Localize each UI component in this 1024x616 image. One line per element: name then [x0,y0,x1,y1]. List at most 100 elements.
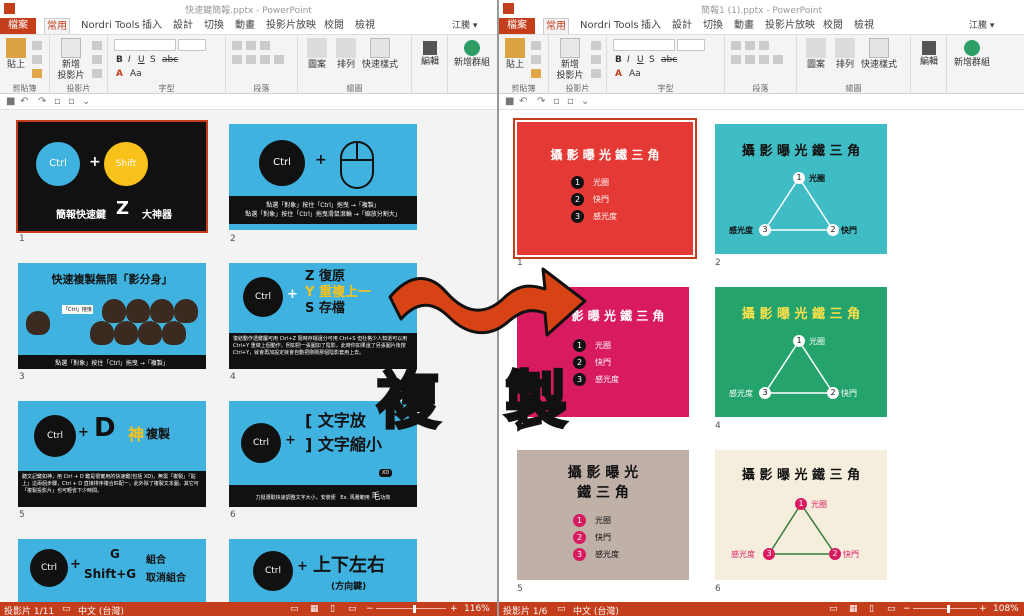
slide-thumbnail-8[interactable]: Ctrl + 上下左右 (方向鍵) [229,539,417,602]
tab-file[interactable]: 檔案 [0,18,36,34]
user-account[interactable]: 江騰 ▾ [452,18,477,31]
zoom-slider[interactable] [376,608,446,609]
tab-review[interactable]: 校閱 [322,18,346,34]
reset-icon[interactable] [92,55,102,64]
reading-view-icon[interactable]: ▯ [330,604,335,614]
new-group-button[interactable]: 新增群組 [949,38,995,69]
bullets-icon[interactable] [731,41,741,50]
tab-view[interactable]: 檢視 [353,18,377,34]
spellcheck-icon[interactable]: ▭ [557,604,566,614]
reset-icon[interactable] [591,55,601,64]
font-name-combo[interactable] [613,39,675,51]
font-size-combo[interactable] [677,39,705,51]
copy-icon[interactable] [531,55,541,64]
tab-slideshow[interactable]: 投影片放映 [264,18,318,34]
slideshow-view-icon[interactable]: ▭ [887,604,896,614]
bold-icon[interactable]: B [615,55,622,65]
qat-more-icon[interactable]: ▫ [68,96,75,107]
layout-icon[interactable] [92,41,102,50]
align-left-icon[interactable] [232,55,242,64]
indent-icon[interactable] [759,41,769,50]
tab-file[interactable]: 檔案 [499,18,535,34]
indent-icon[interactable] [260,41,270,50]
section-icon[interactable] [92,69,102,78]
qat-menu-icon[interactable]: ⌄ [581,96,589,107]
redo-icon[interactable]: ↷ [537,96,545,107]
slideshow-view-icon[interactable]: ▭ [348,604,357,614]
spellcheck-icon[interactable]: ▭ [62,604,71,614]
slide-thumbnail-3[interactable]: 快速複製無限「影分身」 「Ctrl」拖曳 點選「對象」按住「Ctrl」拖曳 →「… [18,263,206,369]
zoom-level[interactable]: 108% [993,604,1019,614]
tab-slideshow[interactable]: 投影片放映 [763,18,817,34]
slide-thumbnail-1[interactable]: Ctrl + Shift 簡報快速鍵 Z 大神器 [16,120,208,233]
underline-icon[interactable]: U [637,55,644,65]
customize-icon[interactable]: ▫ [553,96,560,107]
slide-thumbnail-2[interactable]: Ctrl + 點選「對象」按住「Ctrl」拖曳 →「複製」 點選「對象」按住「Ct… [229,124,417,230]
tab-insert[interactable]: 插入 [140,18,164,34]
tab-nordri-tools[interactable]: Nordri Tools [578,18,641,34]
section-icon[interactable] [591,69,601,78]
quick-styles-button[interactable]: 快速樣式 [360,38,400,71]
align-right-icon[interactable] [260,55,270,64]
normal-view-icon[interactable]: ▭ [290,604,299,614]
tab-home[interactable]: 常用 [543,18,569,34]
tab-insert[interactable]: 插入 [639,18,663,34]
save-icon[interactable]: ■ [6,96,15,107]
reading-view-icon[interactable]: ▯ [869,604,874,614]
arrange-button[interactable]: 排列 [334,38,358,71]
qat-more-icon[interactable]: ▫ [567,96,574,107]
quick-styles-button[interactable]: 快速樣式 [859,38,899,71]
font-color-icon[interactable]: A [116,69,123,79]
slide-thumbnail-2[interactable]: 攝 影 曝 光 鐵 三 角 1 光圈 2 快門 3 感光度 [715,124,887,254]
tab-transitions[interactable]: 切換 [202,18,226,34]
bold-icon[interactable]: B [116,55,123,65]
shapes-button[interactable]: 圖案 [801,38,831,71]
align-right-icon[interactable] [759,55,769,64]
zoom-slider-thumb[interactable] [413,605,416,613]
paste-button[interactable]: 貼上 [4,38,28,71]
shapes-button[interactable]: 圖案 [302,38,332,71]
align-center-icon[interactable] [745,55,755,64]
tab-design[interactable]: 設計 [670,18,694,34]
zoom-slider-thumb[interactable] [947,605,950,613]
qat-menu-icon[interactable]: ⌄ [82,96,90,107]
change-case-icon[interactable]: Aa [629,69,641,79]
paste-button[interactable]: 貼上 [503,38,527,71]
arrange-button[interactable]: 排列 [833,38,857,71]
italic-icon[interactable]: I [627,55,630,65]
save-icon[interactable]: ■ [505,96,514,107]
redo-icon[interactable]: ↷ [38,96,46,107]
customize-icon[interactable]: ▫ [54,96,61,107]
tab-transitions[interactable]: 切換 [701,18,725,34]
italic-icon[interactable]: I [128,55,131,65]
numbering-icon[interactable] [745,41,755,50]
bullets-icon[interactable] [232,41,242,50]
tab-view[interactable]: 檢視 [852,18,876,34]
slide-thumbnail-4[interactable]: 攝 影 曝 光 鐵 三 角 1 光圈 2 快門 3 感光度 [715,287,887,417]
edit-button[interactable]: 編輯 [416,38,444,68]
font-name-combo[interactable] [114,39,176,51]
align-center-icon[interactable] [246,55,256,64]
sorter-view-icon[interactable]: ▦ [310,604,319,614]
tab-review[interactable]: 校閱 [821,18,845,34]
copy-icon[interactable] [32,55,42,64]
shadow-icon[interactable]: S [150,55,156,65]
tab-design[interactable]: 設計 [171,18,195,34]
edit-button[interactable]: 編輯 [915,38,943,68]
font-size-combo[interactable] [178,39,206,51]
justify-icon[interactable] [773,55,783,64]
new-slide-button[interactable]: 新增 投影片 [555,38,585,82]
layout-icon[interactable] [591,41,601,50]
tab-home[interactable]: 常用 [44,18,70,34]
slide-thumbnail-1[interactable]: 攝 影 曝 光 鐵 三 角 1 光圈 2 快門 3 感光度 [513,118,697,259]
tab-animations[interactable]: 動畫 [732,18,756,34]
numbering-icon[interactable] [246,41,256,50]
font-color-icon[interactable]: A [615,69,622,79]
zoom-level[interactable]: 116% [464,604,490,614]
format-painter-icon[interactable] [531,69,541,78]
normal-view-icon[interactable]: ▭ [829,604,838,614]
slide-thumbnail-5[interactable]: Ctrl + D 神 複製 聽文記鍵如神，用 Ctrl + D 鍵是很實用的快速… [18,401,206,507]
cut-icon[interactable] [32,41,42,50]
new-group-button[interactable]: 新增群組 [450,38,494,69]
zoom-slider[interactable] [913,608,977,609]
